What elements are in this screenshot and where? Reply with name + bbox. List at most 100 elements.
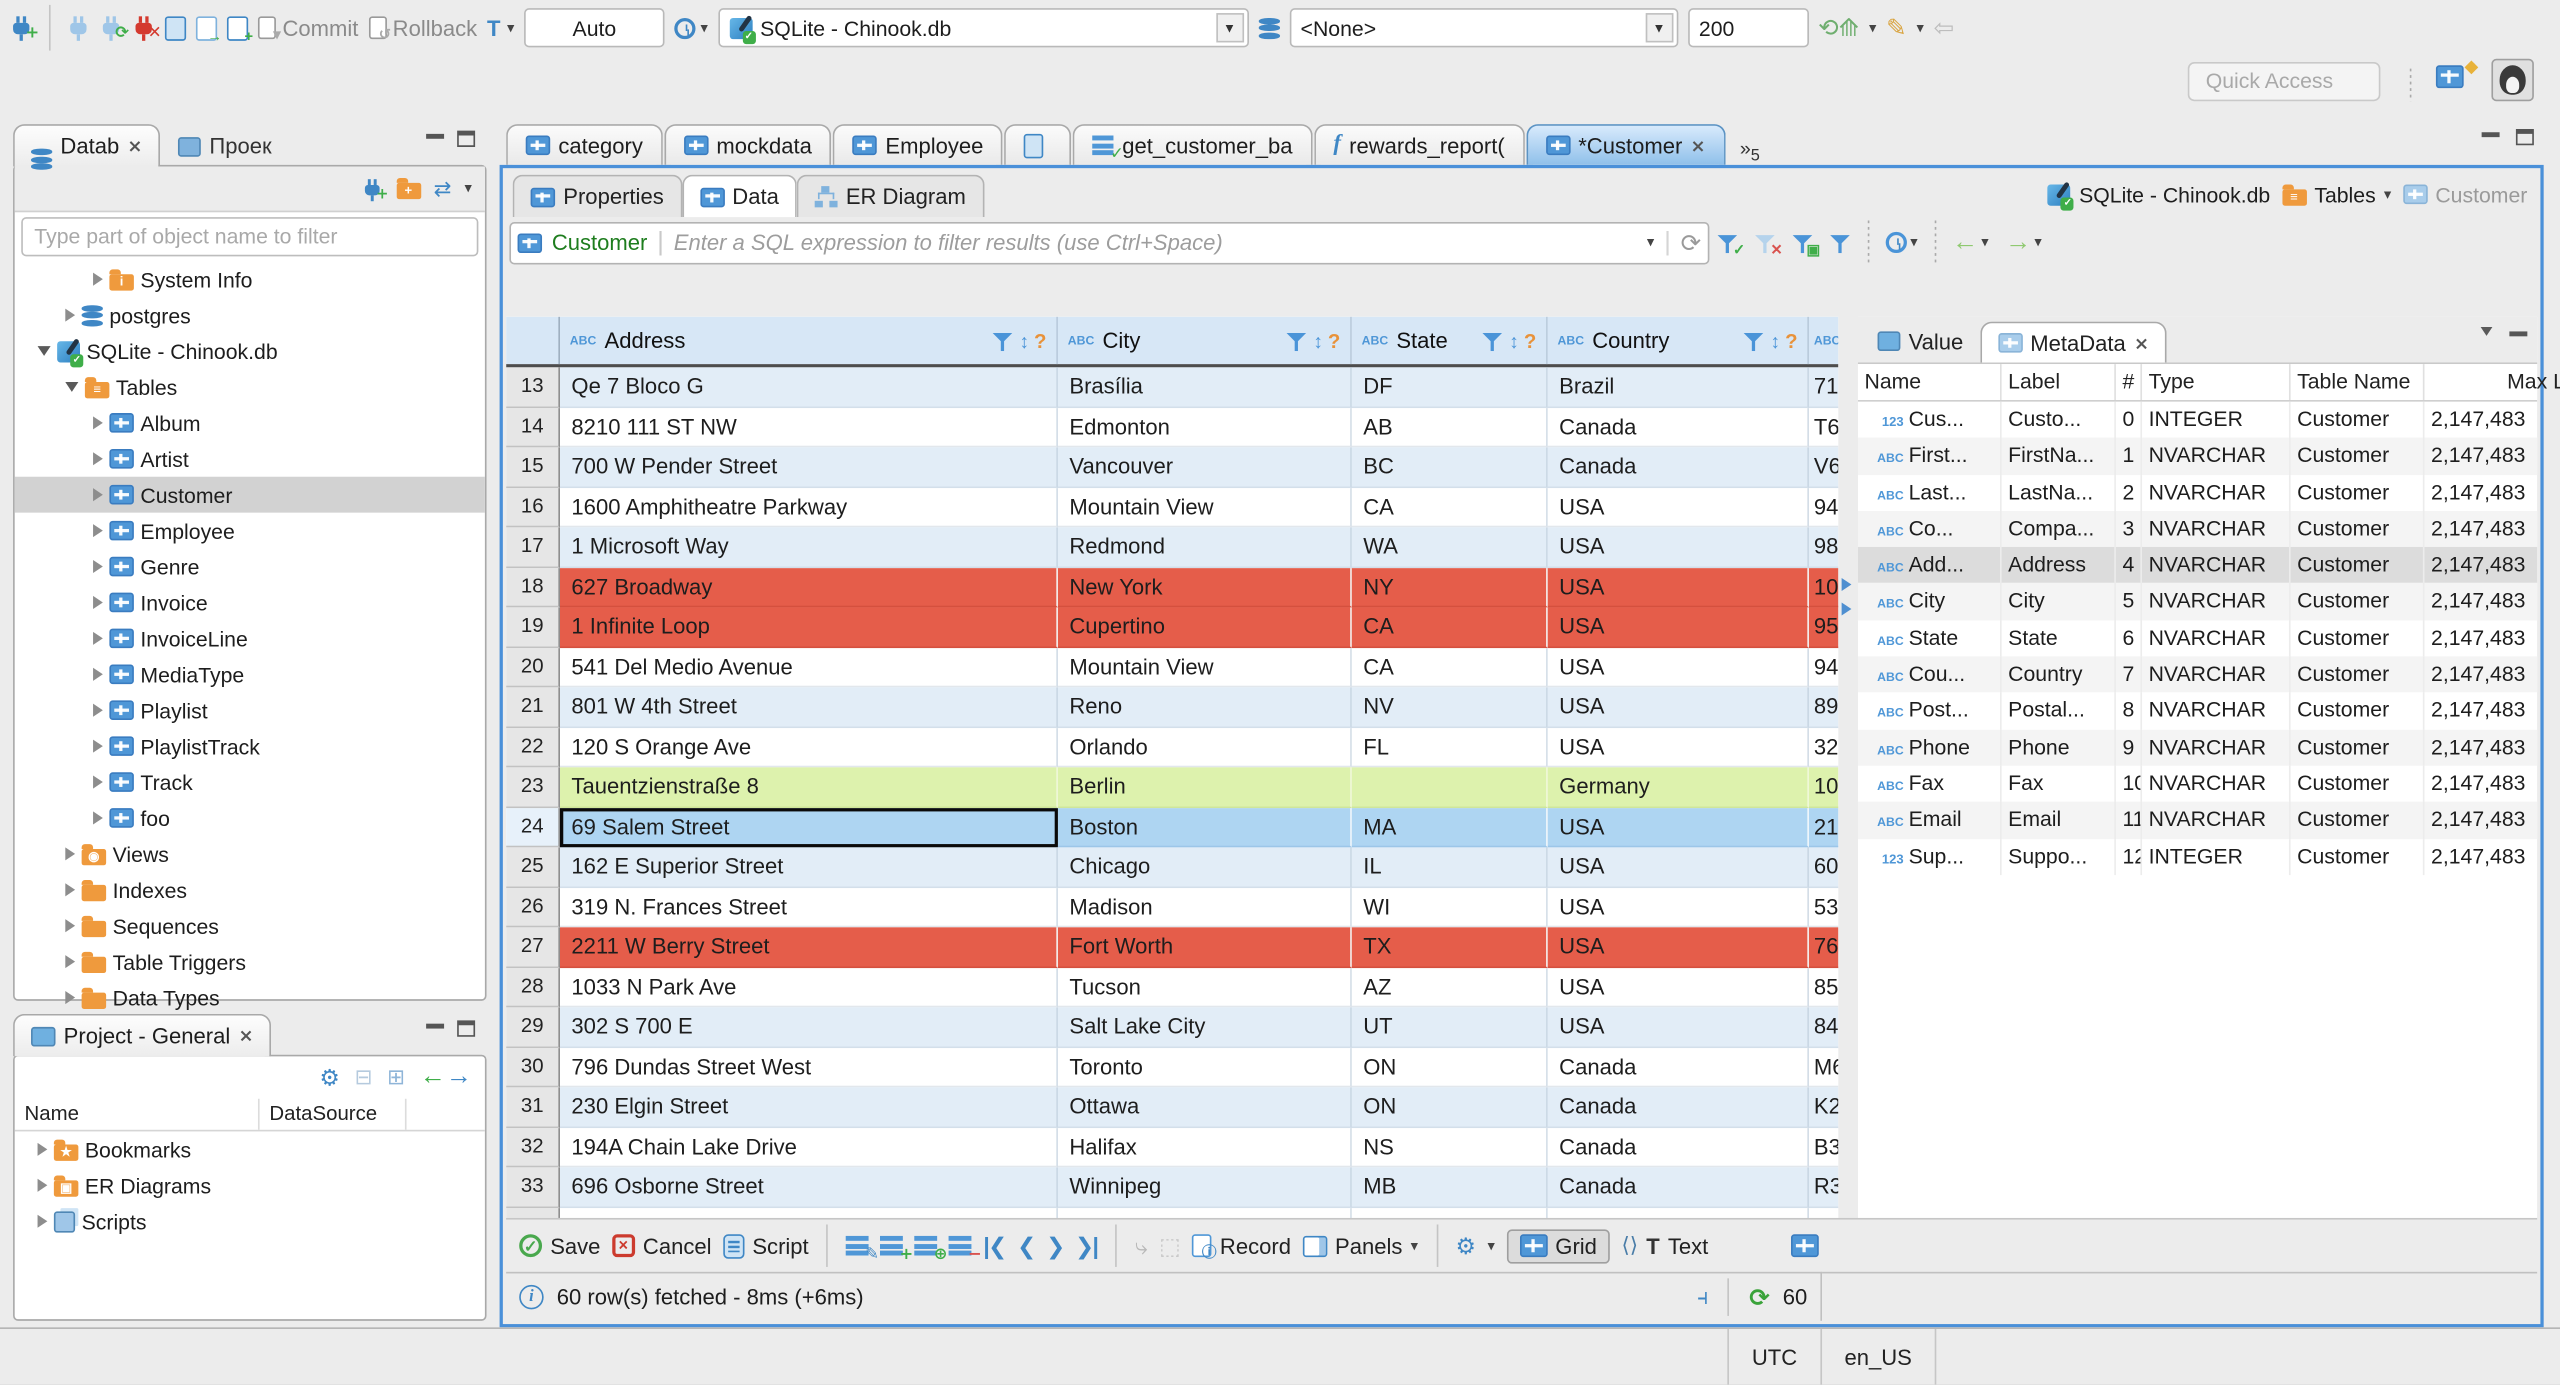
grid-cell[interactable]: MB xyxy=(1351,1167,1548,1208)
chevron-right-icon[interactable] xyxy=(65,919,76,933)
grid-cell[interactable]: Halifax xyxy=(1057,1127,1352,1168)
grid-column-header-partial[interactable]: ABC xyxy=(1808,316,1839,365)
subtab-properties[interactable]: Properties xyxy=(512,174,682,218)
grid-cell[interactable]: UT xyxy=(1351,1007,1548,1048)
grid-cell[interactable]: Orlando xyxy=(1057,727,1352,768)
grid-cell[interactable]: WI xyxy=(1351,887,1548,928)
connection-combo[interactable]: SQLite - Chinook.db ▼ xyxy=(717,8,1249,48)
metadata-row-postal-[interactable]: ABC Post... Postal... 8 NVARCHAR Customer 2,14… xyxy=(1858,692,2537,730)
grid-cell[interactable]: 69 Salem Street xyxy=(559,807,1058,848)
dba-perspective-icon[interactable]: ◆ xyxy=(2435,57,2478,101)
breadcrumb-sqlite-chinook-db[interactable]: SQLite - Chinook.db xyxy=(2048,182,2270,210)
timezone-indicator[interactable]: UTC xyxy=(1727,1328,1822,1385)
grid-cell[interactable]: USA xyxy=(1547,647,1809,688)
chevron-right-icon[interactable] xyxy=(93,416,103,430)
sort-icon[interactable]: ↕ xyxy=(1770,329,1780,352)
grid-cell[interactable]: NV xyxy=(1351,687,1548,728)
grid-cell[interactable]: Canada xyxy=(1547,1047,1809,1088)
grid-cell[interactable]: 162 E Superior Street xyxy=(559,847,1058,888)
tab-database-navigator[interactable]: Datab × xyxy=(13,124,161,170)
grid-cell[interactable]: USA xyxy=(1547,487,1809,528)
editor-tab--customer[interactable]: *Customer × xyxy=(1525,124,1726,165)
filter-icon[interactable] xyxy=(1483,331,1504,351)
calc-panel-icon[interactable]: ⫞ xyxy=(1697,1283,1708,1311)
filter-icon[interactable] xyxy=(1287,331,1308,351)
grid-cell[interactable]: NY xyxy=(1351,567,1548,608)
chevron-right-icon[interactable] xyxy=(93,631,103,645)
grid-cell[interactable]: 95 xyxy=(1808,607,1839,648)
editor-tab-rewards-report-[interactable]: f rewards_report( xyxy=(1313,124,1525,165)
grid-cell[interactable]: CA xyxy=(1351,607,1548,648)
grid-column-header-state[interactable]: ABC State ↕? xyxy=(1351,316,1548,365)
row-number[interactable]: 16 xyxy=(506,487,560,528)
tab-overflow-button[interactable]: »5 xyxy=(1740,137,1760,165)
grid-cell[interactable]: IL xyxy=(1351,847,1548,888)
grid-cell[interactable]: Canada xyxy=(1547,1167,1809,1208)
save-button[interactable]: ✓ Save xyxy=(519,1233,600,1258)
grid-column-header-city[interactable]: ABC City ↕? xyxy=(1057,316,1352,365)
chevron-right-icon[interactable] xyxy=(93,667,103,681)
grid-cell[interactable]: 8210 111 ST NW xyxy=(559,407,1058,448)
editor-tab-mockdata[interactable]: mockdata xyxy=(664,124,832,165)
chevron-right-icon[interactable] xyxy=(93,272,103,286)
grid-cell[interactable]: M6 xyxy=(1808,1047,1839,1088)
chevron-right-icon[interactable] xyxy=(37,1178,48,1192)
grid-cell[interactable]: CA xyxy=(1351,487,1548,528)
new-connection-icon[interactable]: + xyxy=(13,16,39,42)
grid-cell[interactable]: 302 S 700 E xyxy=(559,1007,1058,1048)
connection-combo-arrow[interactable]: ▼ xyxy=(1215,13,1244,43)
grid-cell[interactable]: Edmonton xyxy=(1057,407,1352,448)
grid-cell[interactable]: Mountain View xyxy=(1057,647,1352,688)
row-number[interactable]: 15 xyxy=(506,447,560,488)
nav-forward-icon[interactable]: → ▾ xyxy=(2005,228,2042,257)
tree-item-sqlite-chinook-db[interactable]: SQLite - Chinook.db xyxy=(15,333,485,369)
view-menu-icon[interactable] xyxy=(2480,327,2493,336)
grid-cell[interactable]: 801 W 4th Street xyxy=(559,687,1058,728)
grid-cell[interactable]: USA xyxy=(1547,727,1809,768)
metadata-column-header-type[interactable]: Type xyxy=(2142,364,2291,400)
metadata-column-header-label[interactable]: Label xyxy=(2002,364,2116,400)
grid-cell[interactable]: CA xyxy=(1351,647,1548,688)
grid-cell[interactable]: USA xyxy=(1547,807,1809,848)
column-header[interactable]: DataSource xyxy=(260,1098,407,1130)
rollback-button[interactable]: ↺ Rollback xyxy=(368,16,477,42)
close-icon[interactable]: × xyxy=(2134,334,2149,352)
close-icon[interactable]: × xyxy=(127,137,142,155)
chevron-right-icon[interactable] xyxy=(37,1142,48,1156)
panels-button[interactable]: Panels ▾ xyxy=(1302,1233,1418,1258)
sql-editor-icon[interactable] xyxy=(164,15,187,40)
editor-tab-employee[interactable]: Employee xyxy=(833,124,1004,165)
subtab-er-diagram[interactable]: ER Diagram xyxy=(796,174,984,218)
row-number[interactable]: 19 xyxy=(506,607,560,648)
grid-cell[interactable]: 541 Del Medio Avenue xyxy=(559,647,1058,688)
column-info-icon[interactable]: ? xyxy=(1034,329,1046,352)
chevron-right-icon[interactable] xyxy=(93,559,103,574)
grid-cell[interactable]: ON xyxy=(1351,1087,1548,1128)
view-menu-icon[interactable]: ▾ xyxy=(464,180,471,198)
grid-cell[interactable]: USA xyxy=(1547,887,1809,928)
first-row-icon[interactable]: |❮ xyxy=(983,1232,1007,1260)
grid-cell[interactable]: Qe 7 Bloco G xyxy=(559,367,1058,408)
grid-cell[interactable]: 1033 N Park Ave xyxy=(559,967,1058,1008)
chevron-right-icon[interactable] xyxy=(65,883,76,897)
record-button[interactable]: ⓘ Record xyxy=(1192,1233,1291,1260)
transaction-log-button[interactable]: T ▾ xyxy=(487,16,514,40)
disconnect-icon[interactable]: ✕ xyxy=(135,16,162,42)
grid-cell[interactable]: Reno xyxy=(1057,687,1352,728)
metadata-row-email[interactable]: ABCEmailEmail11NVARCHARCustomer2,147,483 xyxy=(1857,802,2538,839)
project-item-bookmarks[interactable]: ★ Bookmarks xyxy=(15,1131,485,1167)
prev-row-icon[interactable]: ❮ xyxy=(1017,1232,1036,1260)
grid-cell[interactable]: Winnipeg xyxy=(1057,1167,1352,1208)
metadata-row-compa-[interactable]: ABC Co... Compa... 3 NVARCHAR Customer 2,147,4… xyxy=(1857,510,2538,548)
refresh-count-icon[interactable]: ⟳ xyxy=(1749,1282,1770,1312)
grid-cell[interactable]: MA xyxy=(1351,807,1548,848)
tab-projects[interactable]: Проек xyxy=(160,124,289,166)
metadata-row-fax[interactable]: ABCFaxFax10NVARCHARCustomer2,147,483 xyxy=(1858,765,2537,803)
next-row-icon[interactable]: ❯ xyxy=(1046,1232,1065,1260)
quick-access-input[interactable]: Quick Access xyxy=(2187,62,2381,102)
text-view-button[interactable]: ⟨⟩ T Text xyxy=(1621,1233,1708,1259)
grid-cell[interactable]: Cupertino xyxy=(1057,607,1352,648)
grid-cell[interactable]: USA xyxy=(1547,1007,1809,1048)
project-item-scripts[interactable]: Scripts xyxy=(15,1203,485,1239)
grid-cell[interactable]: Boston xyxy=(1057,807,1352,848)
